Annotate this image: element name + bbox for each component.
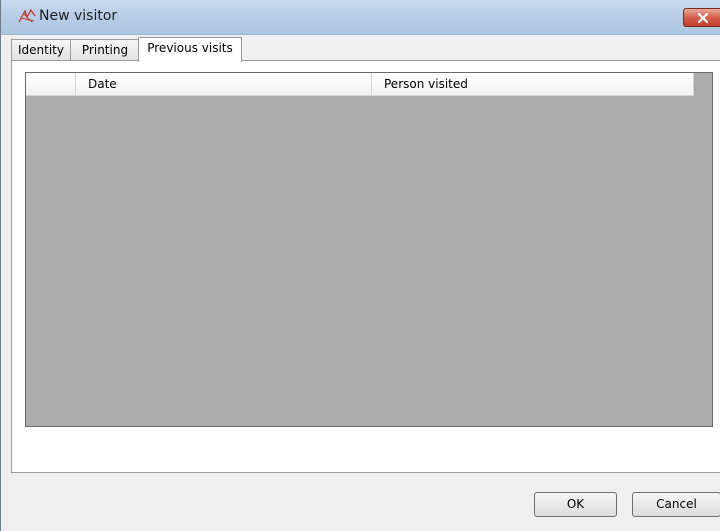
column-header-person-visited[interactable]: Person visited	[372, 73, 694, 95]
tab-printing[interactable]: Printing	[70, 39, 140, 60]
title-bar: New visitor	[1, 0, 720, 35]
close-icon	[697, 12, 709, 24]
grid-header: Date Person visited	[26, 73, 694, 96]
tab-previous-visits[interactable]: Previous visits	[138, 37, 242, 62]
ok-button[interactable]: OK	[534, 492, 617, 517]
cancel-button[interactable]: Cancel	[632, 492, 720, 517]
new-visitor-window: New visitor Identity Printing Previous v…	[0, 0, 720, 531]
row-header-corner	[26, 73, 76, 95]
tab-identity[interactable]: Identity	[11, 39, 71, 60]
previous-visits-grid[interactable]: Date Person visited	[25, 72, 713, 427]
window-title: New visitor	[39, 8, 118, 24]
column-header-date[interactable]: Date	[76, 73, 372, 95]
visitor-app-icon	[18, 8, 36, 24]
close-button[interactable]	[683, 8, 720, 27]
